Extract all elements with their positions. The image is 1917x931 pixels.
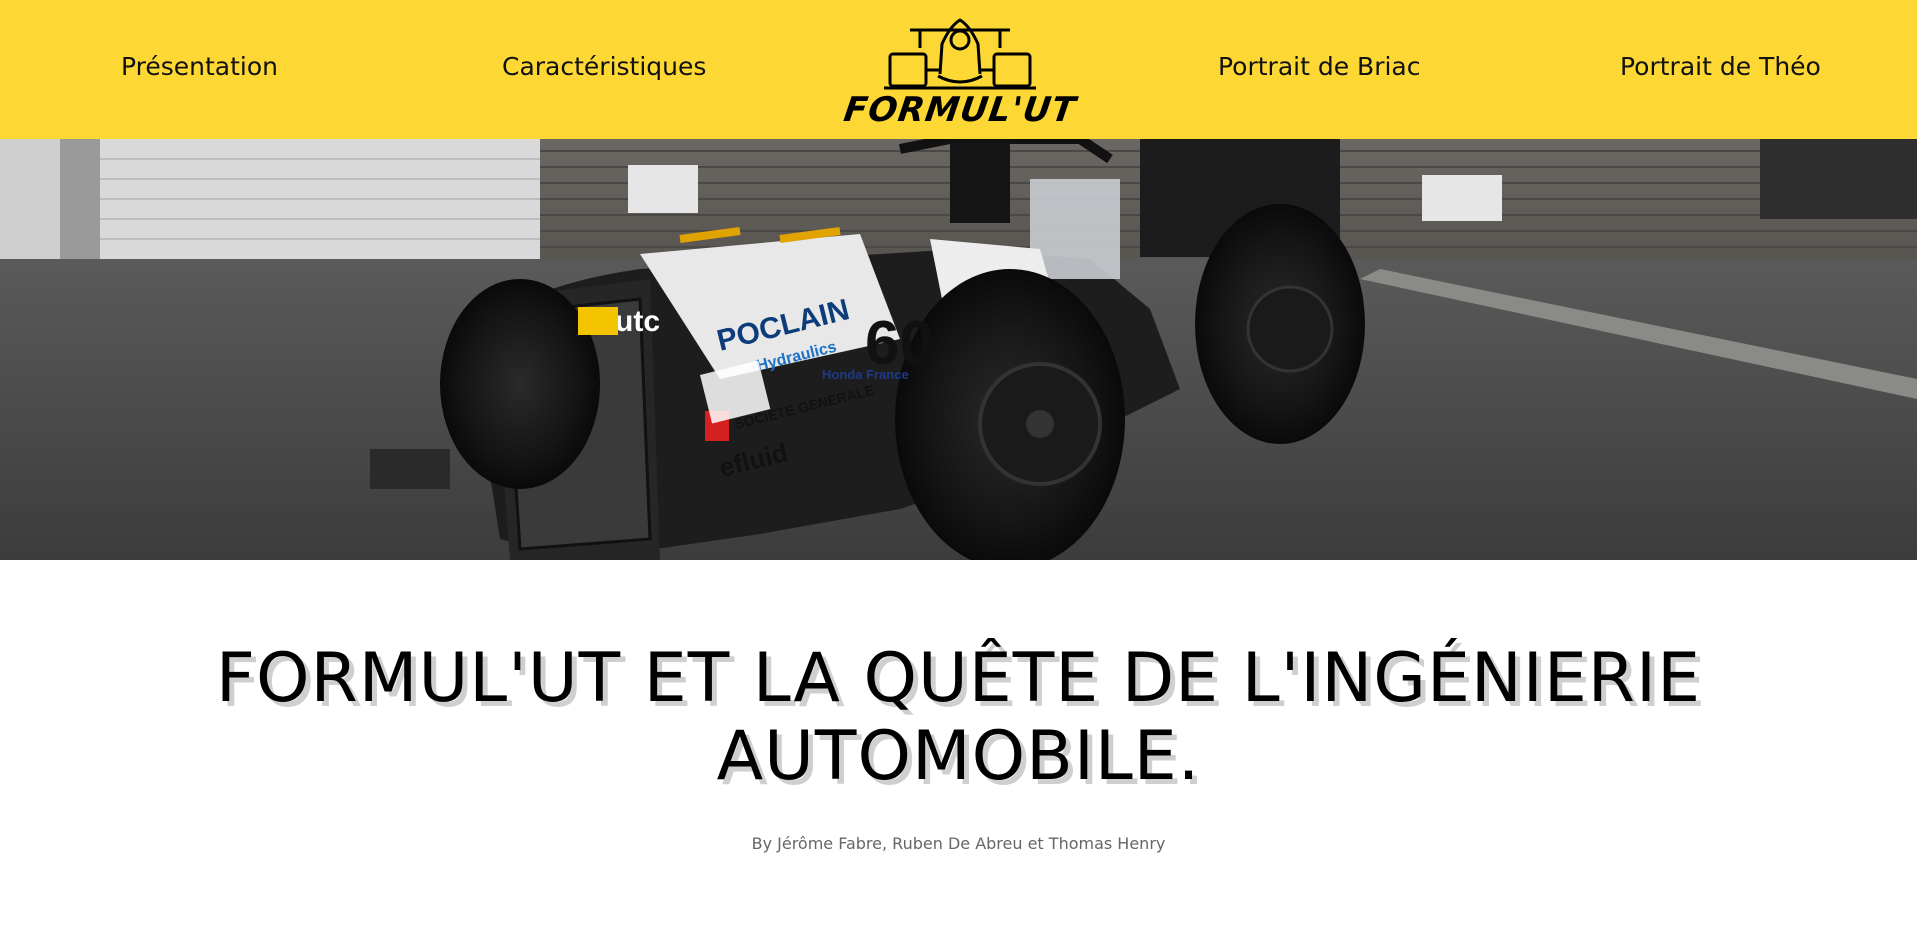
nav-portrait-briac[interactable]: Portrait de Briac (1218, 52, 1421, 81)
hero-image: utc POCLAIN Hydraulics SOCIETE GENERALE … (0, 139, 1917, 560)
article-title: FORMUL'UT ET LA QUÊTE DE L'INGÉNIERIE AU… (215, 639, 1702, 796)
top-navbar: Présentation Caractéristiques FORMUL'UT … (0, 0, 1917, 139)
nav-caracteristiques[interactable]: Caractéristiques (502, 52, 706, 81)
formula-student-car-photo: utc POCLAIN Hydraulics SOCIETE GENERALE … (0, 139, 1917, 560)
logo-text: FORMUL'UT (841, 90, 1079, 130)
formulut-logo[interactable]: FORMUL'UT (840, 14, 1080, 130)
race-number: 60 (865, 309, 934, 378)
nav-portrait-theo[interactable]: Portrait de Théo (1620, 52, 1821, 81)
article-byline: By Jérôme Fabre, Ruben De Abreu et Thoma… (751, 834, 1166, 853)
formula-car-logo-icon (884, 18, 1036, 90)
sticker-utc: utc (615, 305, 660, 338)
nav-presentation[interactable]: Présentation (121, 52, 278, 81)
